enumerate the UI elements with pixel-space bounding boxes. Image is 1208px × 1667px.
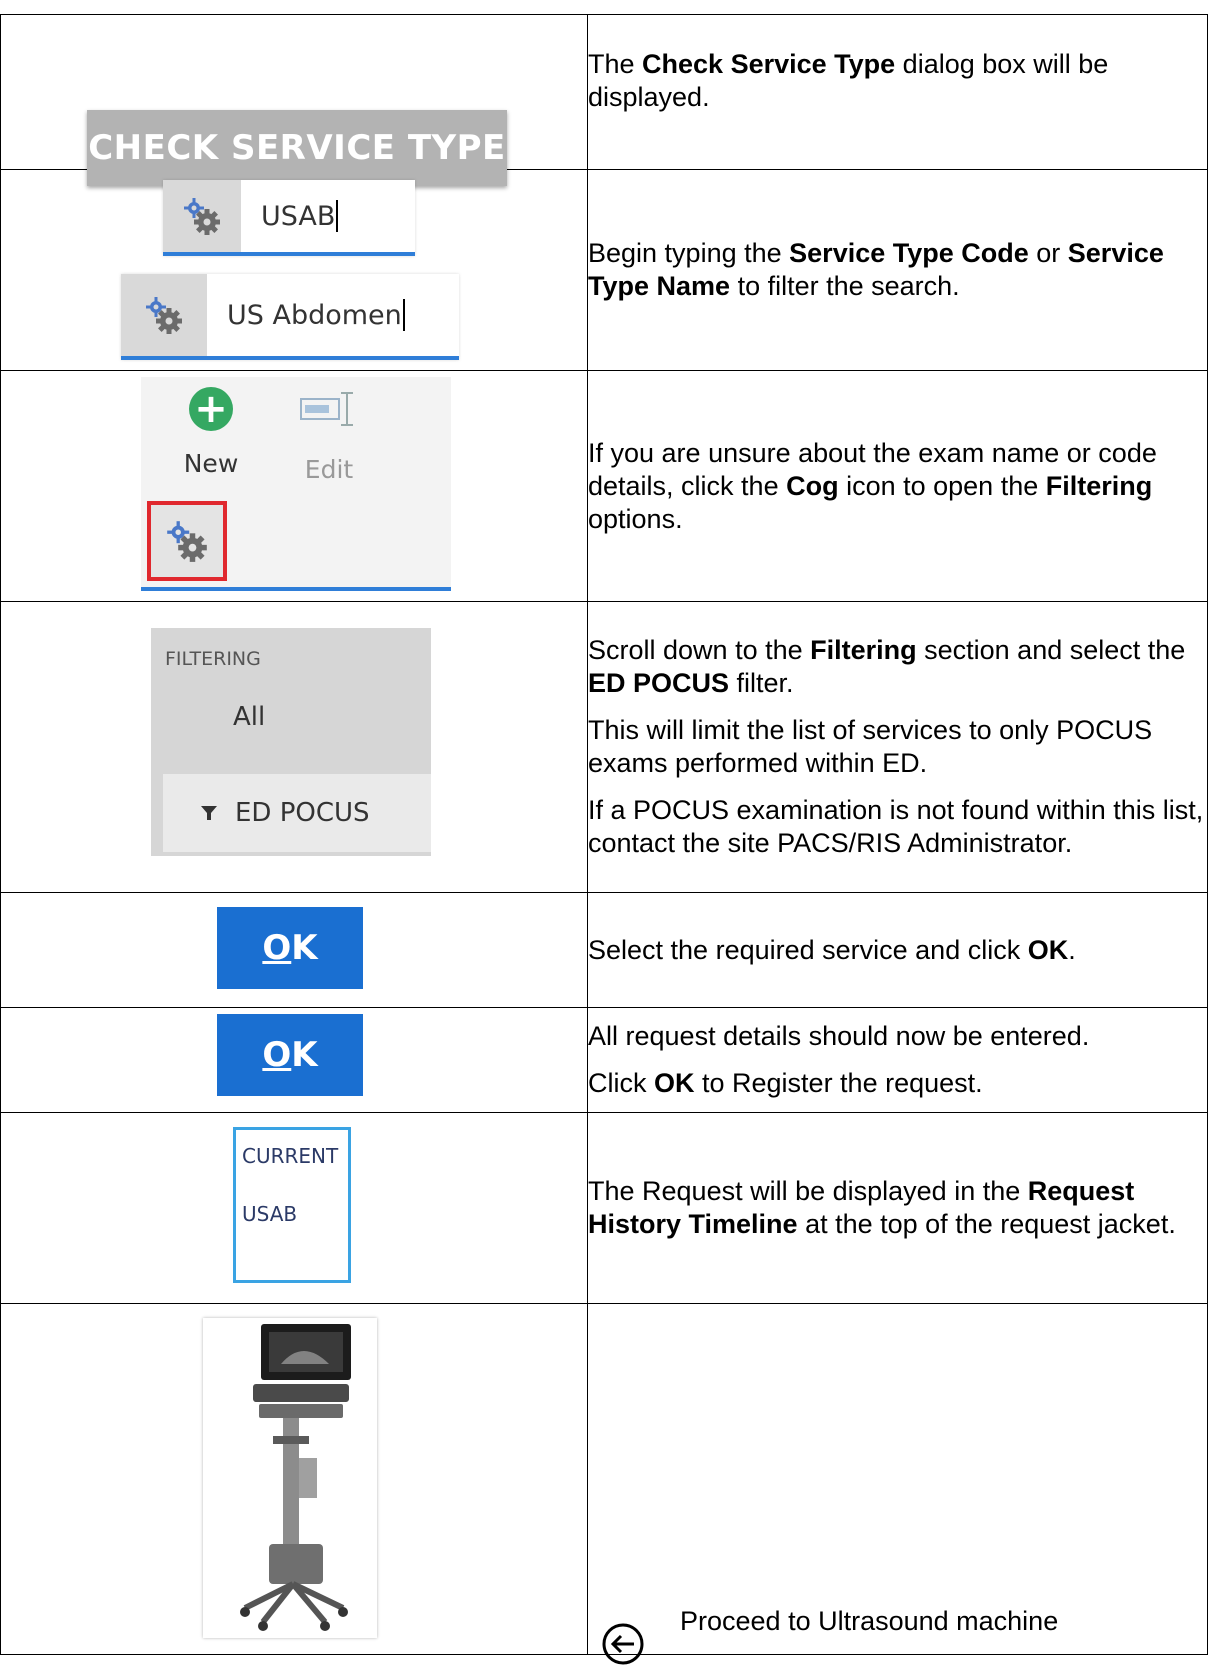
cog-icon[interactable]: [121, 274, 207, 356]
ok-button[interactable]: OK: [217, 907, 363, 989]
request-history-timeline-card[interactable]: CURRENT USAB: [233, 1127, 351, 1283]
step-text: The Request will be displayed in the: [588, 1176, 1028, 1206]
step-row: USAB US Abdomen Begin typing the Service…: [0, 169, 1208, 371]
edit-button-label: Edit: [304, 455, 354, 484]
edit-field-icon: [300, 392, 353, 426]
step-text: options.: [588, 503, 683, 534]
filter-funnel-icon: [201, 806, 217, 820]
step-row: CURRENT USAB The Request will be display…: [0, 1112, 1208, 1304]
filter-option-all[interactable]: All: [233, 702, 265, 732]
text-caret: [336, 200, 339, 232]
step-text-cell: Proceed to Ultrasound machine: [587, 1303, 1208, 1665]
arrow-left-circle-icon: [602, 1623, 644, 1665]
service-search-input-short[interactable]: USAB: [163, 180, 415, 256]
step-text-cell: Scroll down to the Filtering section and…: [587, 601, 1208, 893]
step-text: Click: [588, 1068, 654, 1098]
step-text: All request details should now be entere…: [588, 1021, 1090, 1051]
step-text-bold: OK: [1027, 934, 1069, 965]
filter-option-ed-pocus[interactable]: ED POCUS: [163, 774, 431, 852]
ok-accesskey: O: [262, 1035, 292, 1075]
step-text: If a POCUS examination is not found with…: [588, 795, 1204, 858]
search-text: US Abdomen: [227, 299, 402, 331]
step-image-cell: USAB US Abdomen: [0, 169, 588, 371]
ok-label: K: [291, 1035, 318, 1075]
step-text-cell: The Request will be displayed in the Req…: [587, 1112, 1208, 1304]
step-text-bold: Filtering: [1045, 470, 1153, 501]
filter-option-label: ED POCUS: [235, 798, 370, 828]
step-text-cell: Select the required service and click OK…: [587, 892, 1208, 1008]
step-row: + New Edit If you are unsure about the e…: [0, 370, 1208, 602]
step-text-bold: ED POCUS: [588, 668, 730, 698]
step-image-cell: CURRENT USAB: [0, 1112, 588, 1304]
step-text-bold: Check Service Type: [642, 49, 896, 79]
new-button-label: New: [183, 449, 239, 478]
step-text-cell: The Check Service Type dialog box will b…: [587, 14, 1208, 170]
filtering-heading: FILTERING: [165, 648, 261, 670]
step-text: section and select the: [916, 635, 1186, 665]
step-text: to filter the search.: [730, 271, 960, 301]
step-text-bold: OK: [654, 1068, 695, 1098]
step-text: Begin typing the: [588, 238, 790, 268]
step-text-bold: Service Type Code: [789, 238, 1029, 268]
timeline-status: CURRENT: [242, 1144, 339, 1168]
instructions-table: CHECK SERVICE TYPE The Check Service Typ…: [0, 14, 1208, 1665]
step-text: Select the required service and click: [588, 934, 1028, 965]
step-row: FILTERING All ED POCUS Scroll down to th…: [0, 601, 1208, 893]
timeline-code: USAB: [242, 1202, 298, 1226]
step-image-cell: FILTERING All ED POCUS: [0, 601, 588, 893]
step-text-cell: Begin typing the Service Type Code or Se…: [587, 169, 1208, 371]
step-text: at the top of the request jacket.: [797, 1209, 1176, 1239]
ultrasound-machine-image: [203, 1318, 377, 1638]
step-row: OK All request details should now be ent…: [0, 1007, 1208, 1113]
cog-icon[interactable]: [163, 180, 241, 252]
cog-icon[interactable]: [147, 501, 227, 581]
text-caret: [402, 299, 405, 331]
step-text-cell: All request details should now be entere…: [587, 1007, 1208, 1113]
step-text: This will limit the list of services to …: [588, 715, 1153, 778]
ok-button[interactable]: OK: [217, 1014, 363, 1096]
step-image-cell: + New Edit: [0, 370, 588, 602]
step-text: or: [1028, 238, 1068, 268]
proceed-text: Proceed to Ultrasound machine: [680, 1606, 1059, 1636]
step-text: The: [588, 49, 643, 79]
step-image-cell: [0, 1303, 588, 1655]
step-text: to Register the request.: [694, 1068, 983, 1098]
service-search-input-long[interactable]: US Abdomen: [121, 274, 459, 360]
step-text: Scroll down to the: [588, 635, 811, 665]
search-text: USAB: [261, 200, 336, 232]
step-text: filter.: [729, 668, 794, 698]
ok-accesskey: O: [262, 928, 292, 968]
step-image-cell: OK: [0, 892, 588, 1008]
step-text-bold: Filtering: [810, 635, 917, 665]
step-row: CHECK SERVICE TYPE The Check Service Typ…: [0, 14, 1208, 186]
filtering-panel: FILTERING All ED POCUS: [151, 628, 431, 856]
step-text-cell: If you are unsure about the exam name or…: [587, 370, 1208, 602]
plus-icon: +: [189, 387, 233, 431]
edit-button[interactable]: Edit: [289, 387, 369, 484]
step-row: OK Select the required service and click…: [0, 892, 1208, 1008]
new-button[interactable]: + New: [171, 387, 251, 478]
ok-label: K: [291, 928, 318, 968]
step-row: Proceed to Ultrasound machine: [0, 1303, 1208, 1665]
step-text: .: [1068, 934, 1076, 965]
step-image-cell: OK: [0, 1007, 588, 1113]
step-text: icon to open the: [838, 470, 1046, 501]
step-text-bold: Cog: [786, 470, 839, 501]
step-image-cell: CHECK SERVICE TYPE: [0, 14, 588, 186]
